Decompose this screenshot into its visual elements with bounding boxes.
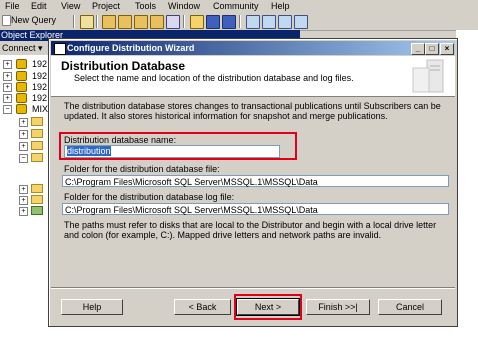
minimize-button[interactable]: _: [411, 43, 425, 55]
server-icon: [16, 71, 27, 81]
menu-tools[interactable]: Tools: [135, 1, 156, 11]
server-node[interactable]: 192: [32, 71, 47, 81]
save-all-icon[interactable]: [222, 15, 236, 29]
database-query-icon[interactable]: [102, 15, 116, 29]
toolbar: New Query: [0, 13, 478, 31]
object-explorer-icon[interactable]: [262, 15, 276, 29]
menu-file[interactable]: File: [5, 1, 20, 11]
log-folder-label: Folder for the distribution database log…: [64, 192, 235, 202]
expand-icon[interactable]: +: [19, 118, 28, 127]
server-icon: [16, 104, 27, 114]
expand-icon[interactable]: +: [19, 142, 28, 151]
server-node[interactable]: 192: [32, 59, 47, 69]
expand-icon[interactable]: +: [19, 207, 28, 216]
highlight-box: [59, 132, 297, 160]
folder-icon: [31, 153, 43, 162]
new-query-button[interactable]: New Query: [11, 15, 56, 25]
help-button[interactable]: Help: [61, 299, 123, 315]
folder-icon: [31, 141, 43, 150]
mdx-query-icon[interactable]: [134, 15, 148, 29]
connect-button[interactable]: Connect ▾: [2, 43, 43, 54]
wizard-icon: [54, 43, 66, 55]
document-area-bottom: [48, 325, 456, 342]
description-text: The distribution database stores changes…: [64, 101, 441, 121]
server-node[interactable]: 192: [32, 82, 47, 92]
finish-button[interactable]: Finish >>|: [306, 299, 370, 315]
server-node[interactable]: MIX: [32, 104, 48, 114]
menu-help[interactable]: Help: [271, 1, 290, 11]
dialog-titlebar[interactable]: Configure Distribution Wizard _ □ ×: [51, 41, 455, 55]
back-button[interactable]: < Back: [174, 299, 231, 315]
expand-icon[interactable]: +: [19, 130, 28, 139]
menu-window[interactable]: Window: [168, 1, 200, 11]
object-explorer-toolbar: Connect ▾: [0, 41, 48, 55]
menu-view[interactable]: View: [61, 1, 80, 11]
agent-icon: [31, 206, 43, 215]
wizard-header: Distribution Database Select the name an…: [51, 56, 455, 97]
new-query-icon: [2, 15, 11, 26]
highlight-box: [234, 294, 302, 320]
dmx-query-icon[interactable]: [150, 15, 164, 29]
page-title: Distribution Database: [61, 59, 186, 73]
page-subtitle: Select the name and location of the dist…: [74, 73, 354, 83]
menu-edit[interactable]: Edit: [31, 1, 47, 11]
collapse-icon[interactable]: −: [19, 154, 28, 163]
log-folder-input[interactable]: C:\Program Files\Microsoft SQL Server\MS…: [62, 203, 449, 215]
server-icon: [16, 82, 27, 92]
expand-icon[interactable]: +: [3, 60, 12, 69]
cancel-button[interactable]: Cancel: [378, 299, 442, 315]
data-folder-label: Folder for the distribution database fil…: [64, 164, 220, 174]
data-folder-input[interactable]: C:\Program Files\Microsoft SQL Server\MS…: [62, 175, 449, 187]
server-node[interactable]: 192: [32, 93, 47, 103]
properties-icon[interactable]: [294, 15, 308, 29]
toolbar-separator: [73, 15, 75, 28]
expand-icon[interactable]: +: [19, 196, 28, 205]
solution-explorer-icon[interactable]: [278, 15, 292, 29]
menu-project[interactable]: Project: [92, 1, 120, 11]
path-note-text: The paths must refer to disks that are l…: [64, 220, 437, 240]
dialog-title: Configure Distribution Wizard: [67, 43, 195, 53]
maximize-button[interactable]: □: [425, 43, 439, 55]
collapse-icon[interactable]: −: [3, 105, 12, 114]
folder-icon: [31, 184, 43, 193]
document-area: [456, 30, 478, 342]
template-explorer-icon[interactable]: [246, 15, 260, 29]
divider: [51, 287, 455, 289]
expand-icon[interactable]: +: [3, 94, 12, 103]
save-icon[interactable]: [206, 15, 220, 29]
folder-icon: [31, 117, 43, 126]
xmla-query-icon[interactable]: [166, 15, 180, 29]
toolbar-separator: [183, 15, 185, 28]
expand-icon[interactable]: +: [3, 72, 12, 81]
menu-bar: File Edit View Project Tools Window Comm…: [0, 0, 478, 13]
open-folder-icon[interactable]: [190, 15, 204, 29]
folder-icon: [31, 195, 43, 204]
expand-icon[interactable]: +: [3, 83, 12, 92]
server-graphic-icon: [412, 59, 444, 93]
menu-community[interactable]: Community: [213, 1, 259, 11]
close-button[interactable]: ×: [440, 43, 454, 55]
server-icon: [16, 59, 27, 69]
new-file-icon[interactable]: [80, 15, 94, 29]
toolbar-separator: [96, 15, 98, 28]
toolbar-separator: [239, 15, 241, 28]
folder-icon: [31, 129, 43, 138]
expand-icon[interactable]: +: [19, 185, 28, 194]
configure-distribution-dialog: Configure Distribution Wizard _ □ × Dist…: [48, 38, 458, 327]
server-icon: [16, 93, 27, 103]
analysis-query-icon[interactable]: [118, 15, 132, 29]
object-explorer-tree: + 192 + 192 + 192 + 192 − MIX + + + − + …: [0, 55, 48, 342]
